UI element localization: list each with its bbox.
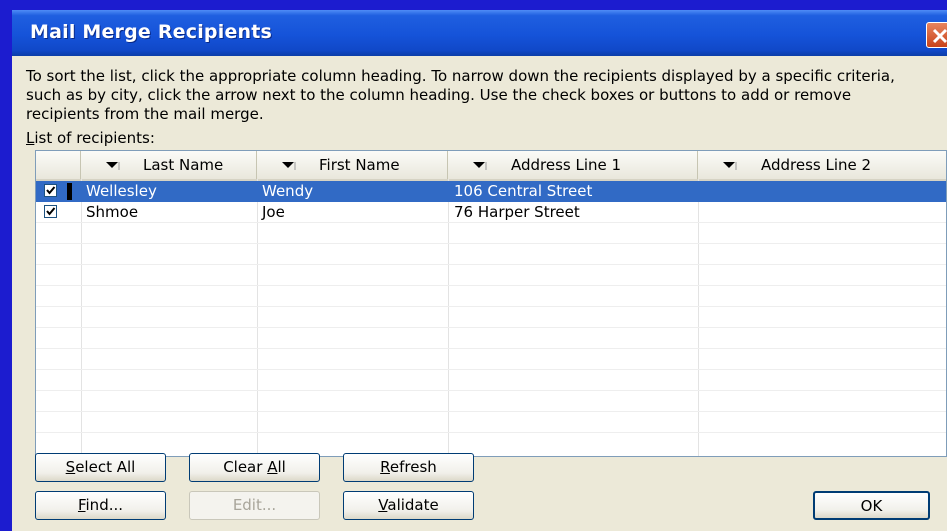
include-checkbox[interactable] [44, 184, 57, 197]
cell-address-line-1: 106 Central Street [454, 182, 593, 200]
column-label: Address Line 1 [511, 156, 622, 174]
mail-merge-dialog: Mail Merge Recipients To sort the list, … [12, 10, 947, 531]
column-header-address-line-1[interactable]: Address Line 1 [448, 151, 698, 179]
column-header-last-name[interactable]: Last Name [81, 151, 257, 179]
grid-line [36, 264, 946, 265]
ok-button[interactable]: OK [813, 491, 930, 520]
cell-first-name: Wendy [262, 182, 314, 200]
column-header-first-name[interactable]: First Name [257, 151, 448, 179]
cell-last-name: Wellesley [86, 182, 157, 200]
window-title: Mail Merge Recipients [30, 21, 273, 43]
close-button[interactable] [926, 22, 947, 48]
include-checkbox[interactable] [44, 205, 57, 218]
column-label: Address Line 2 [761, 156, 872, 174]
clear-all-button[interactable]: Clear All [189, 453, 320, 482]
column-label: First Name [319, 156, 400, 174]
grid-line [36, 432, 946, 433]
cell-first-name: Joe [262, 203, 285, 221]
grid-line [36, 327, 946, 328]
filter-arrow-icon[interactable] [473, 162, 487, 170]
title-bar[interactable]: Mail Merge Recipients [12, 10, 947, 56]
checkmark-icon [46, 207, 56, 216]
filter-arrow-icon[interactable] [282, 162, 296, 170]
filter-arrow-icon[interactable] [106, 162, 120, 170]
cell-address-line-1: 76 Harper Street [454, 203, 580, 221]
grid-line [36, 411, 946, 412]
checkmark-icon [46, 186, 56, 195]
edit-button[interactable]: Edit... [189, 491, 320, 520]
grid-line [36, 306, 946, 307]
select-all-button[interactable]: Select All [35, 453, 166, 482]
grid-line [36, 369, 946, 370]
refresh-button[interactable]: Refresh [343, 453, 474, 482]
instructions-text: To sort the list, click the appropriate … [26, 67, 895, 123]
header-check-column[interactable] [36, 151, 81, 179]
filter-arrow-icon[interactable] [723, 162, 737, 170]
table-row[interactable]: Wellesley Wendy 106 Central Street [36, 181, 946, 202]
grid-line [36, 348, 946, 349]
close-icon [932, 28, 947, 44]
validate-button[interactable]: Validate [343, 491, 474, 520]
grid-line [36, 390, 946, 391]
grid-line [36, 285, 946, 286]
find-button[interactable]: Find... [35, 491, 166, 520]
recipients-list[interactable]: Last Name First Name Address Line 1 Addr… [35, 150, 947, 457]
table-row[interactable]: Shmoe Joe 76 Harper Street [36, 202, 946, 223]
grid-line [36, 243, 946, 244]
list-header: Last Name First Name Address Line 1 Addr… [36, 151, 946, 181]
cell-last-name: Shmoe [86, 203, 139, 221]
list-of-recipients-label: List of recipients: [26, 129, 155, 147]
column-label: Last Name [143, 156, 224, 174]
row-focus-marker [67, 183, 72, 200]
column-header-address-line-2[interactable]: Address Line 2 [698, 151, 946, 179]
